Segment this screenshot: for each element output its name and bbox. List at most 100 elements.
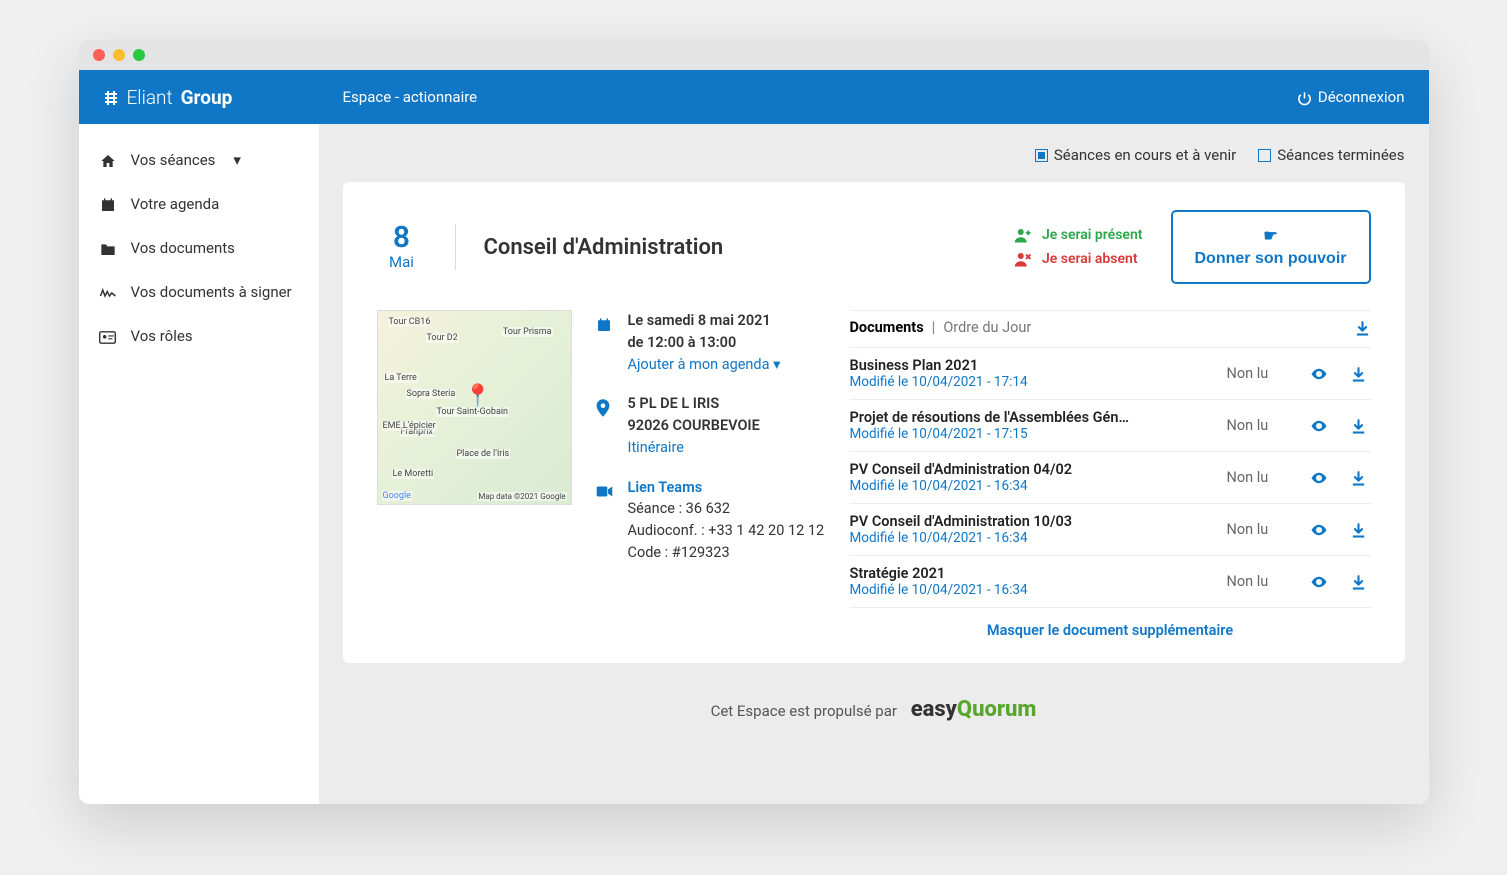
main: Séances en cours et à venir Séances term… bbox=[319, 124, 1429, 804]
document-row: PV Conseil d'Administration 10/03Modifié… bbox=[850, 504, 1371, 556]
powered-by-text: Cet Espace est propulsé par bbox=[711, 702, 897, 720]
brand-hash-icon bbox=[103, 86, 119, 109]
layout: Vos séances ▾ Votre agenda Vos documents… bbox=[79, 124, 1429, 804]
session-header: 8 Mai Conseil d'Administration Je serai … bbox=[377, 210, 1371, 284]
session-date: 8 Mai bbox=[377, 223, 427, 271]
checkbox-empty-icon bbox=[1258, 149, 1271, 162]
documents-title: Documents bbox=[850, 319, 924, 336]
sidebar: Vos séances ▾ Votre agenda Vos documents… bbox=[79, 124, 319, 804]
download-document-button[interactable] bbox=[1347, 364, 1371, 383]
audioconf-number: Audioconf. : +33 1 42 20 12 12 bbox=[628, 520, 825, 542]
easyquorum-logo: easyQuorum bbox=[911, 697, 1037, 722]
view-document-button[interactable] bbox=[1307, 520, 1331, 539]
download-document-button[interactable] bbox=[1347, 468, 1371, 487]
session-month: Mai bbox=[377, 253, 427, 271]
document-unread-badge: Non lu bbox=[1227, 469, 1291, 486]
map-pin-icon: 📍 bbox=[464, 384, 491, 409]
download-all-button[interactable] bbox=[1354, 319, 1371, 337]
calendar-icon bbox=[596, 310, 614, 375]
caret-down-icon: ▾ bbox=[233, 151, 241, 169]
session-title: Conseil d'Administration bbox=[484, 235, 986, 260]
location-map[interactable]: 📍 Tour CB16 Tour D2 Tour Prisma La Terre… bbox=[377, 310, 572, 505]
power-icon bbox=[1297, 88, 1312, 106]
nav-agenda[interactable]: Votre agenda bbox=[79, 182, 319, 226]
presence-actions: Je serai présent Je serai absent bbox=[1014, 227, 1143, 268]
divider bbox=[455, 224, 456, 270]
document-unread-badge: Non lu bbox=[1227, 365, 1291, 382]
nav-sign[interactable]: Vos documents à signer bbox=[79, 270, 319, 314]
logout-label: Déconnexion bbox=[1318, 88, 1405, 106]
document-name: Business Plan 2021 bbox=[850, 357, 1211, 374]
document-row: Business Plan 2021Modifié le 10/04/2021 … bbox=[850, 348, 1371, 400]
app-window: Eliant Group Espace - actionnaire Déconn… bbox=[79, 40, 1429, 804]
absent-button[interactable]: Je serai absent bbox=[1014, 251, 1143, 267]
nav-roles[interactable]: Vos rôles bbox=[79, 314, 319, 358]
document-modified: Modifié le 10/04/2021 - 17:15 bbox=[850, 426, 1211, 442]
session-day: 8 bbox=[377, 223, 427, 253]
calendar-icon bbox=[99, 195, 117, 213]
location-pin-icon bbox=[596, 393, 614, 458]
hide-extra-document-link[interactable]: Masquer le document supplémentaire bbox=[850, 608, 1371, 641]
window-min-dot[interactable] bbox=[113, 49, 125, 61]
folder-icon bbox=[99, 239, 117, 257]
nav-documents[interactable]: Vos documents bbox=[79, 226, 319, 270]
present-label: Je serai présent bbox=[1042, 227, 1143, 243]
view-document-button[interactable] bbox=[1307, 364, 1331, 383]
window-close-dot[interactable] bbox=[93, 49, 105, 61]
view-document-button[interactable] bbox=[1307, 572, 1331, 591]
document-unread-badge: Non lu bbox=[1227, 417, 1291, 434]
info-datetime-row: Le samedi 8 mai 2021 de 12:00 à 13:00 Aj… bbox=[596, 310, 826, 375]
document-modified: Modifié le 10/04/2021 - 17:14 bbox=[850, 374, 1211, 390]
document-row: PV Conseil d'Administration 04/02Modifié… bbox=[850, 452, 1371, 504]
view-document-button[interactable] bbox=[1307, 468, 1331, 487]
id-card-icon bbox=[99, 327, 117, 345]
topbar: Eliant Group Espace - actionnaire Déconn… bbox=[79, 70, 1429, 124]
document-modified: Modifié le 10/04/2021 - 16:34 bbox=[850, 478, 1211, 494]
caret-down-icon: ▾ bbox=[773, 356, 780, 373]
nav-agenda-label: Votre agenda bbox=[131, 195, 220, 213]
download-document-button[interactable] bbox=[1347, 520, 1371, 539]
info-video-row: Lien Teams Séance : 36 632 Audioconf. : … bbox=[596, 477, 826, 564]
download-document-button[interactable] bbox=[1347, 572, 1371, 591]
footer: Cet Espace est propulsé par easyQuorum bbox=[343, 663, 1405, 742]
itinerary-link[interactable]: Itinéraire bbox=[628, 437, 760, 459]
filter-finished-label: Séances terminées bbox=[1277, 146, 1404, 164]
document-row: Projet de résoutions de l'Assemblées Gén… bbox=[850, 400, 1371, 452]
address-line2: 92026 COURBEVOIE bbox=[628, 417, 760, 434]
document-name: PV Conseil d'Administration 10/03 bbox=[850, 513, 1211, 530]
datetime-line2: de 12:00 à 13:00 bbox=[628, 334, 737, 351]
space-label: Espace - actionnaire bbox=[343, 88, 478, 106]
session-card: 8 Mai Conseil d'Administration Je serai … bbox=[343, 182, 1405, 663]
add-to-agenda-link[interactable]: Ajouter à mon agenda ▾ bbox=[628, 354, 781, 376]
signature-icon bbox=[99, 283, 117, 301]
window-max-dot[interactable] bbox=[133, 49, 145, 61]
filters: Séances en cours et à venir Séances term… bbox=[343, 146, 1405, 164]
document-unread-badge: Non lu bbox=[1227, 521, 1291, 538]
nav-seances[interactable]: Vos séances ▾ bbox=[79, 138, 319, 182]
teams-link[interactable]: Lien Teams bbox=[628, 477, 825, 499]
brand: Eliant Group bbox=[103, 86, 343, 109]
hand-point-icon: ☛ bbox=[1263, 226, 1277, 246]
checkbox-checked-icon bbox=[1035, 149, 1048, 162]
view-document-button[interactable] bbox=[1307, 416, 1331, 435]
nav-seances-label: Vos séances bbox=[131, 151, 216, 169]
document-name: PV Conseil d'Administration 04/02 bbox=[850, 461, 1211, 478]
audioconf-code: Code : #129323 bbox=[628, 542, 825, 564]
document-name: Stratégie 2021 bbox=[850, 565, 1211, 582]
session-body: 📍 Tour CB16 Tour D2 Tour Prisma La Terre… bbox=[377, 310, 1371, 641]
filter-finished[interactable]: Séances terminées bbox=[1258, 146, 1404, 164]
logout-button[interactable]: Déconnexion bbox=[1297, 88, 1405, 106]
download-document-button[interactable] bbox=[1347, 416, 1371, 435]
present-button[interactable]: Je serai présent bbox=[1014, 227, 1143, 243]
session-info: Le samedi 8 mai 2021 de 12:00 à 13:00 Aj… bbox=[596, 310, 826, 641]
seance-number: Séance : 36 632 bbox=[628, 498, 825, 520]
datetime-line1: Le samedi 8 mai 2021 bbox=[628, 312, 771, 329]
filter-ongoing[interactable]: Séances en cours et à venir bbox=[1035, 146, 1236, 164]
ordre-du-jour-tab[interactable]: Ordre du Jour bbox=[943, 319, 1031, 336]
address-line1: 5 PL DE L IRIS bbox=[628, 395, 720, 412]
give-power-button[interactable]: ☛ Donner son pouvoir bbox=[1171, 210, 1371, 284]
nav-sign-label: Vos documents à signer bbox=[131, 283, 292, 301]
nav-documents-label: Vos documents bbox=[131, 239, 235, 257]
filter-ongoing-label: Séances en cours et à venir bbox=[1054, 146, 1236, 164]
absent-label: Je serai absent bbox=[1042, 251, 1138, 267]
